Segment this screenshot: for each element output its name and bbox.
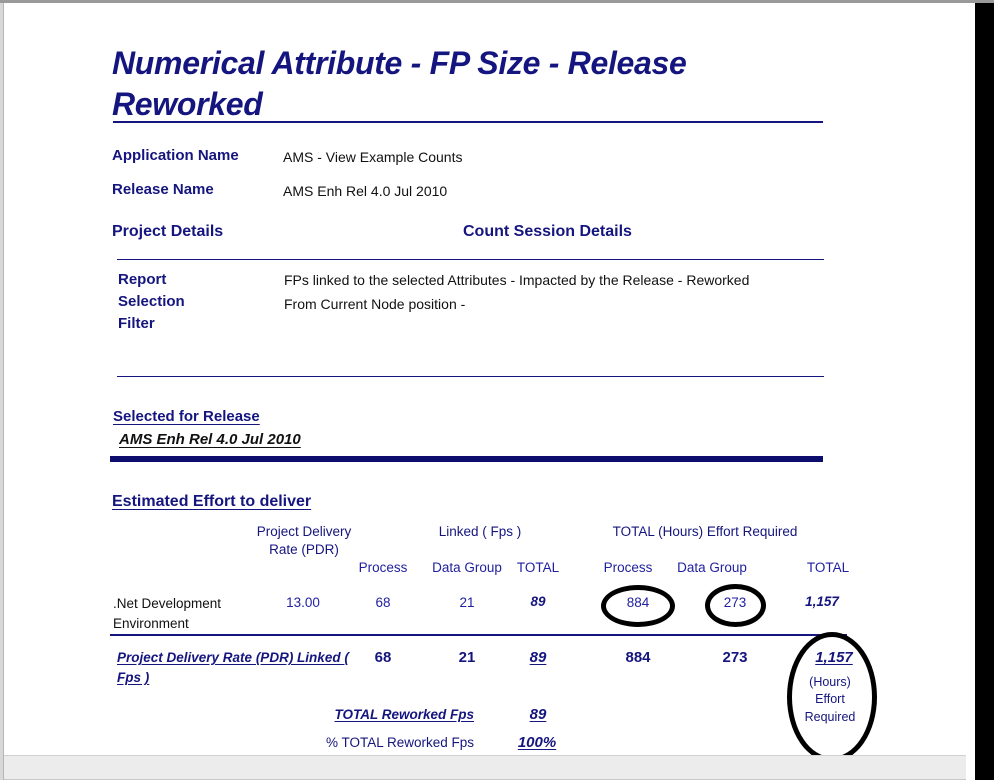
divider-above-filter bbox=[117, 259, 824, 260]
window-right-gap bbox=[966, 3, 975, 780]
cell-effort-data-group: 273 bbox=[723, 595, 747, 610]
window-right-black-bar bbox=[975, 3, 994, 780]
summary-row-label-total-reworked: TOTAL Reworked Fps bbox=[334, 707, 474, 722]
totals-effort-data-group: 273 bbox=[722, 649, 748, 666]
totals-linked-process: 68 bbox=[374, 649, 392, 666]
table-row-label: .Net Development Environment bbox=[113, 594, 283, 633]
divider-thick-navy bbox=[110, 456, 823, 462]
divider-above-totals bbox=[110, 634, 847, 636]
totals-effort-process: 884 bbox=[625, 649, 651, 666]
totals-row-label-line1: Project Delivery Rate (PDR) Linked ( bbox=[117, 650, 349, 665]
estimated-effort-heading: Estimated Effort to deliver bbox=[112, 493, 312, 510]
selected-for-release-value: AMS Enh Rel 4.0 Jul 2010 bbox=[119, 431, 301, 448]
application-name-value: AMS - View Example Counts bbox=[283, 149, 463, 165]
report-sheet: Numerical Attribute - FP Size - Release … bbox=[4, 4, 966, 762]
summary-row-value-pct-reworked: 100% bbox=[517, 734, 557, 751]
filter-line-3: From Current Node position - bbox=[284, 296, 466, 313]
release-name-label: Release Name bbox=[112, 181, 214, 198]
report-page: Numerical Attribute - FP Size - Release … bbox=[0, 0, 994, 780]
page-title: Numerical Attribute - FP Size - Release … bbox=[112, 45, 687, 123]
summary-row-value-total-reworked: 89 bbox=[529, 706, 547, 723]
callout-note-line3: Required bbox=[804, 709, 856, 724]
summary-row-label-pct-reworked: % TOTAL Reworked Fps bbox=[325, 735, 474, 750]
report-selection-filter-label: Report Selection Filter bbox=[118, 269, 218, 336]
col-group-linked: Linked ( Fps ) bbox=[438, 524, 522, 539]
release-name-value: AMS Enh Rel 4.0 Jul 2010 bbox=[283, 183, 448, 199]
callout-note-line1: (Hours) bbox=[809, 675, 851, 689]
col-sub-effort-total: TOTAL bbox=[806, 560, 850, 575]
window-top-border bbox=[0, 0, 994, 3]
row-label-line2: Environment bbox=[113, 615, 189, 631]
col-sub-linked-data-group: Data Group bbox=[432, 560, 502, 575]
col-group-total-effort: TOTAL (Hours) Effort Required bbox=[612, 524, 798, 539]
cell-linked-process: 68 bbox=[375, 595, 391, 610]
callout-note-line2: Effort bbox=[815, 692, 845, 707]
col-sub-linked-total: TOTAL bbox=[516, 560, 560, 575]
filter-line-2: Reworked bbox=[686, 272, 750, 288]
window-footer-band bbox=[4, 755, 966, 780]
totals-effort-total: 1,157 bbox=[815, 649, 853, 666]
col-group-pdr-line1: Project Delivery bbox=[256, 524, 352, 539]
col-group-pdr: Project Delivery Rate (PDR) bbox=[236, 523, 372, 559]
project-details-header: Project Details bbox=[112, 223, 224, 240]
col-group-pdr-line2: Rate (PDR) bbox=[269, 542, 339, 558]
report-selection-filter-text: FPs linked to the selected Attributes - … bbox=[284, 270, 829, 315]
divider-below-filter bbox=[117, 376, 824, 377]
divider-under-title bbox=[113, 121, 823, 123]
cell-effort-total: 1,157 bbox=[805, 594, 839, 609]
row-label-line1: .Net Development bbox=[113, 596, 222, 611]
cell-pdr: 13.00 bbox=[286, 595, 320, 610]
col-sub-linked-process: Process bbox=[358, 560, 408, 575]
cell-linked-total: 89 bbox=[530, 594, 546, 609]
filter-line-1: FPs linked to the selected Attributes - … bbox=[284, 272, 683, 288]
application-name-label: Application Name bbox=[112, 147, 239, 164]
cell-effort-process: 884 bbox=[626, 595, 650, 610]
selected-for-release-heading: Selected for Release bbox=[113, 408, 260, 425]
col-sub-effort-data-group: Data Group bbox=[677, 560, 747, 575]
count-session-details-header: Count Session Details bbox=[463, 223, 632, 240]
callout-note-text: (Hours) Effort Required bbox=[789, 674, 871, 726]
totals-linked-total: 89 bbox=[529, 649, 547, 666]
totals-linked-data-group: 21 bbox=[458, 649, 476, 666]
totals-row-label-line2: Fps ) bbox=[117, 670, 150, 686]
totals-row-label: Project Delivery Rate (PDR) Linked ( Fps… bbox=[117, 648, 357, 689]
col-sub-effort-process: Process bbox=[603, 560, 653, 575]
cell-linked-data-group: 21 bbox=[459, 595, 475, 610]
filter-label-word-report: Report Selection Filter bbox=[118, 271, 185, 333]
